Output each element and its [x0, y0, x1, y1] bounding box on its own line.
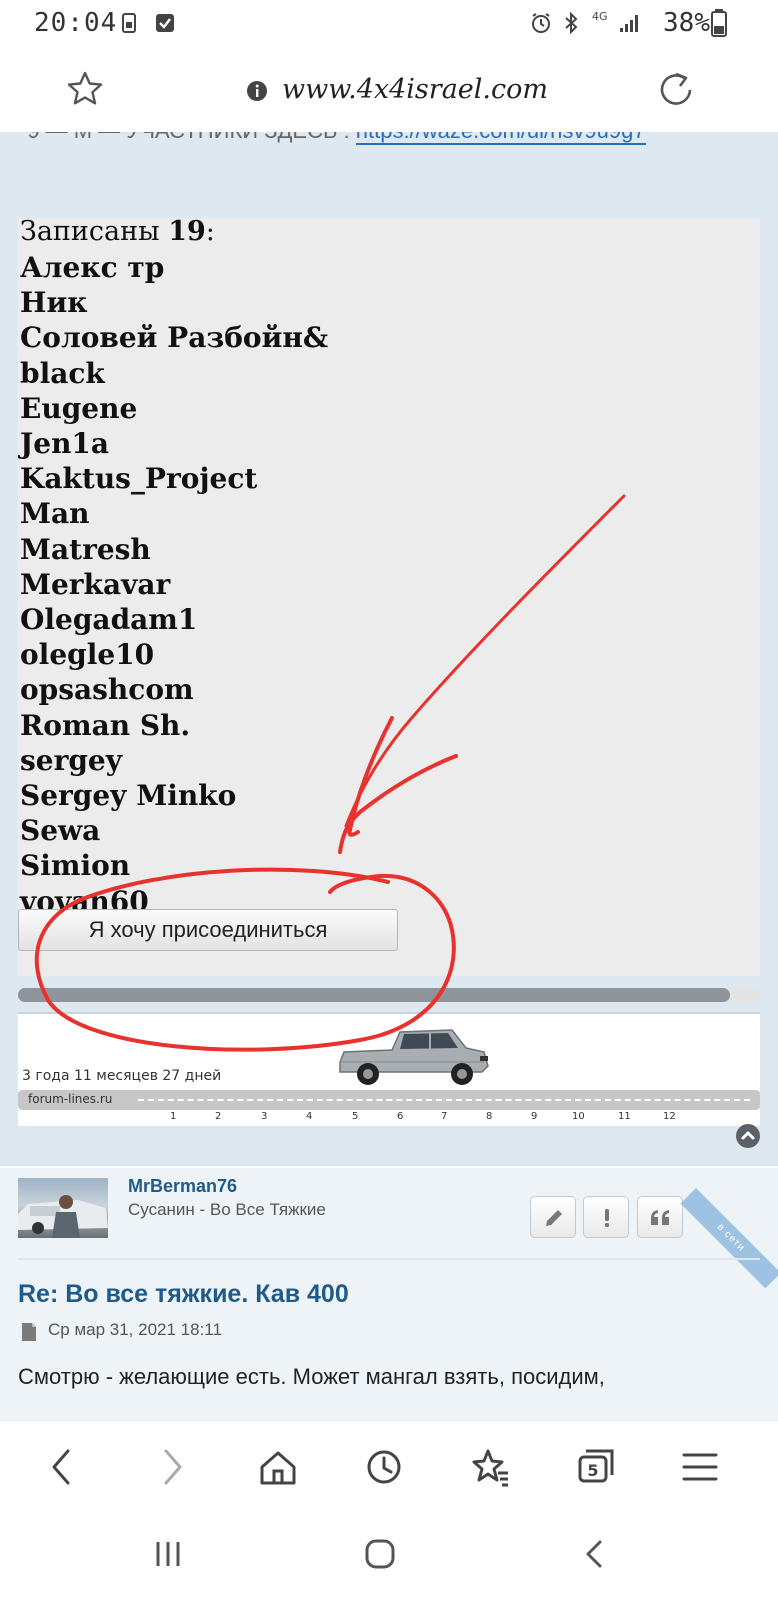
elapsed-time-text: 3 года 11 месяцев 27 дней [22, 1068, 222, 1084]
recents-icon[interactable] [148, 1534, 188, 1574]
registration-panel: Записаны 19: Алекс тр Ник Соловей Разбой… [18, 216, 760, 976]
scale-label: 9 [531, 1111, 538, 1122]
status-bar: 20:04 4G 38% [0, 0, 778, 48]
home-icon[interactable] [250, 1439, 306, 1495]
address-bar: www.4x4israel.com [0, 48, 778, 132]
exclamation-icon [605, 1209, 609, 1227]
menu-icon[interactable] [672, 1439, 728, 1495]
banner-source: forum-lines.ru [28, 1092, 113, 1106]
quote-button[interactable] [637, 1196, 683, 1238]
registered-name: Sergey Minko [20, 779, 237, 813]
scale-label: 8 [486, 1111, 493, 1122]
report-button[interactable] [583, 1196, 629, 1238]
system-navigation [0, 1512, 778, 1600]
scale-label: 3 [261, 1111, 268, 1122]
checkbox-icon [156, 14, 174, 32]
top-cutoff-text: “9 — M — УЧАСТНИКИ ЗДЕСЬ : [20, 132, 350, 143]
signal-icon [620, 15, 638, 32]
forward-icon[interactable] [144, 1439, 200, 1495]
post-title[interactable]: Re: Во все тяжкие. Кав 400 [18, 1280, 349, 1309]
scale-label: 11 [618, 1111, 631, 1122]
registered-name: Simion [20, 849, 131, 883]
registered-list: Алекс тр Ник Соловей Разбойн& black Euge… [20, 250, 328, 919]
battery-percent: 38% [663, 8, 710, 38]
timeline-dashes [138, 1099, 750, 1101]
info-icon[interactable] [246, 80, 268, 102]
post-body: Смотрю - желающие есть. Может мангал взя… [18, 1364, 605, 1389]
chevron-up-icon [741, 1131, 755, 1140]
progress-fill [18, 988, 731, 1002]
quote-icon [651, 1210, 669, 1225]
scale-label: 5 [352, 1111, 359, 1122]
registered-name: Man [20, 497, 90, 531]
registered-name: black [20, 356, 105, 390]
top-cutoff-line: “9 — M — УЧАСТНИКИ ЗДЕСЬ : https://waze.… [20, 132, 646, 145]
registered-name: Sewa [20, 814, 101, 848]
edit-button[interactable] [530, 1196, 576, 1238]
post-date: Ср мар 31, 2021 18:11 [48, 1320, 222, 1339]
registered-name: Ник [20, 286, 88, 320]
post-divider [18, 1258, 760, 1260]
scale-label: 10 [572, 1111, 585, 1122]
scale-label: 1 [170, 1111, 177, 1122]
registered-name: Olegadam1 [20, 603, 198, 637]
post-author-rank: Сусанин - Во Все Тяжкие [128, 1200, 326, 1219]
registration-label: Записаны [20, 216, 160, 247]
registered-name: opsashcom [20, 673, 194, 707]
avatar[interactable] [18, 1178, 108, 1238]
reload-icon[interactable] [656, 70, 696, 110]
network-type: 4G [592, 10, 608, 23]
home-circle-icon[interactable] [360, 1534, 400, 1574]
scale-label: 4 [306, 1111, 313, 1122]
registered-name: Merkavar [20, 567, 171, 601]
pencil-icon [546, 1210, 562, 1226]
avatar-image [18, 1195, 108, 1238]
scale-label: 7 [441, 1111, 448, 1122]
scale-label: 2 [215, 1111, 222, 1122]
forum-lines-banner[interactable]: 3 года 11 месяцев 27 дней forum-lines.ru… [18, 1012, 760, 1126]
banner-timeline: forum-lines.ru [18, 1090, 760, 1110]
registered-name: Jen1a [20, 427, 110, 461]
back-icon[interactable] [34, 1439, 90, 1495]
scale-label: 12 [663, 1111, 676, 1122]
tabs-count: 5 [587, 1461, 598, 1480]
registered-name: Matresh [20, 532, 151, 566]
battery-icon [711, 9, 727, 37]
progress-bar [18, 988, 760, 1002]
back-chevron-icon[interactable] [574, 1534, 614, 1574]
registered-name: Eugene [20, 391, 138, 425]
registered-name: Kaktus_Project [20, 462, 258, 496]
url-text[interactable]: www.4x4israel.com [282, 74, 548, 105]
browser-toolbar: 5 [0, 1420, 778, 1513]
registered-name: olegle10 [20, 638, 155, 672]
history-icon[interactable] [356, 1439, 412, 1495]
scale-label: 6 [397, 1111, 404, 1122]
alarm-icon [532, 13, 550, 33]
registered-name: sergey [20, 743, 122, 777]
tabs-icon[interactable]: 5 [568, 1439, 624, 1495]
registered-name: Соловей Разбойн& [20, 321, 329, 355]
status-time: 20:04 [34, 8, 118, 38]
forum-post: MrBerman76 Сусанин - Во Все Тяжкие в сет… [0, 1166, 778, 1420]
registered-name: Алекс тр [20, 251, 165, 284]
top-cutoff-link[interactable]: https://waze.com/ul/hsv9u9g7 [355, 132, 646, 145]
post-author[interactable]: MrBerman76 [128, 1176, 237, 1197]
document-icon [22, 1323, 36, 1341]
registered-name: Roman Sh. [20, 708, 191, 742]
online-badge: в сети [680, 1188, 778, 1289]
registration-header: Записаны 19: [20, 216, 215, 247]
bookmarks-icon[interactable] [462, 1439, 518, 1495]
star-icon[interactable] [66, 70, 104, 108]
pickup-truck-image [339, 1029, 489, 1085]
scroll-top-button[interactable] [736, 1124, 760, 1148]
bluetooth-icon [565, 12, 578, 34]
join-button[interactable]: Я хочу присоединиться [18, 909, 398, 951]
registration-suffix: : [205, 216, 215, 247]
sim-icon [122, 13, 136, 33]
page-content: “9 — M — УЧАСТНИКИ ЗДЕСЬ : https://waze.… [0, 132, 778, 1420]
registration-count: 19 [168, 216, 206, 247]
